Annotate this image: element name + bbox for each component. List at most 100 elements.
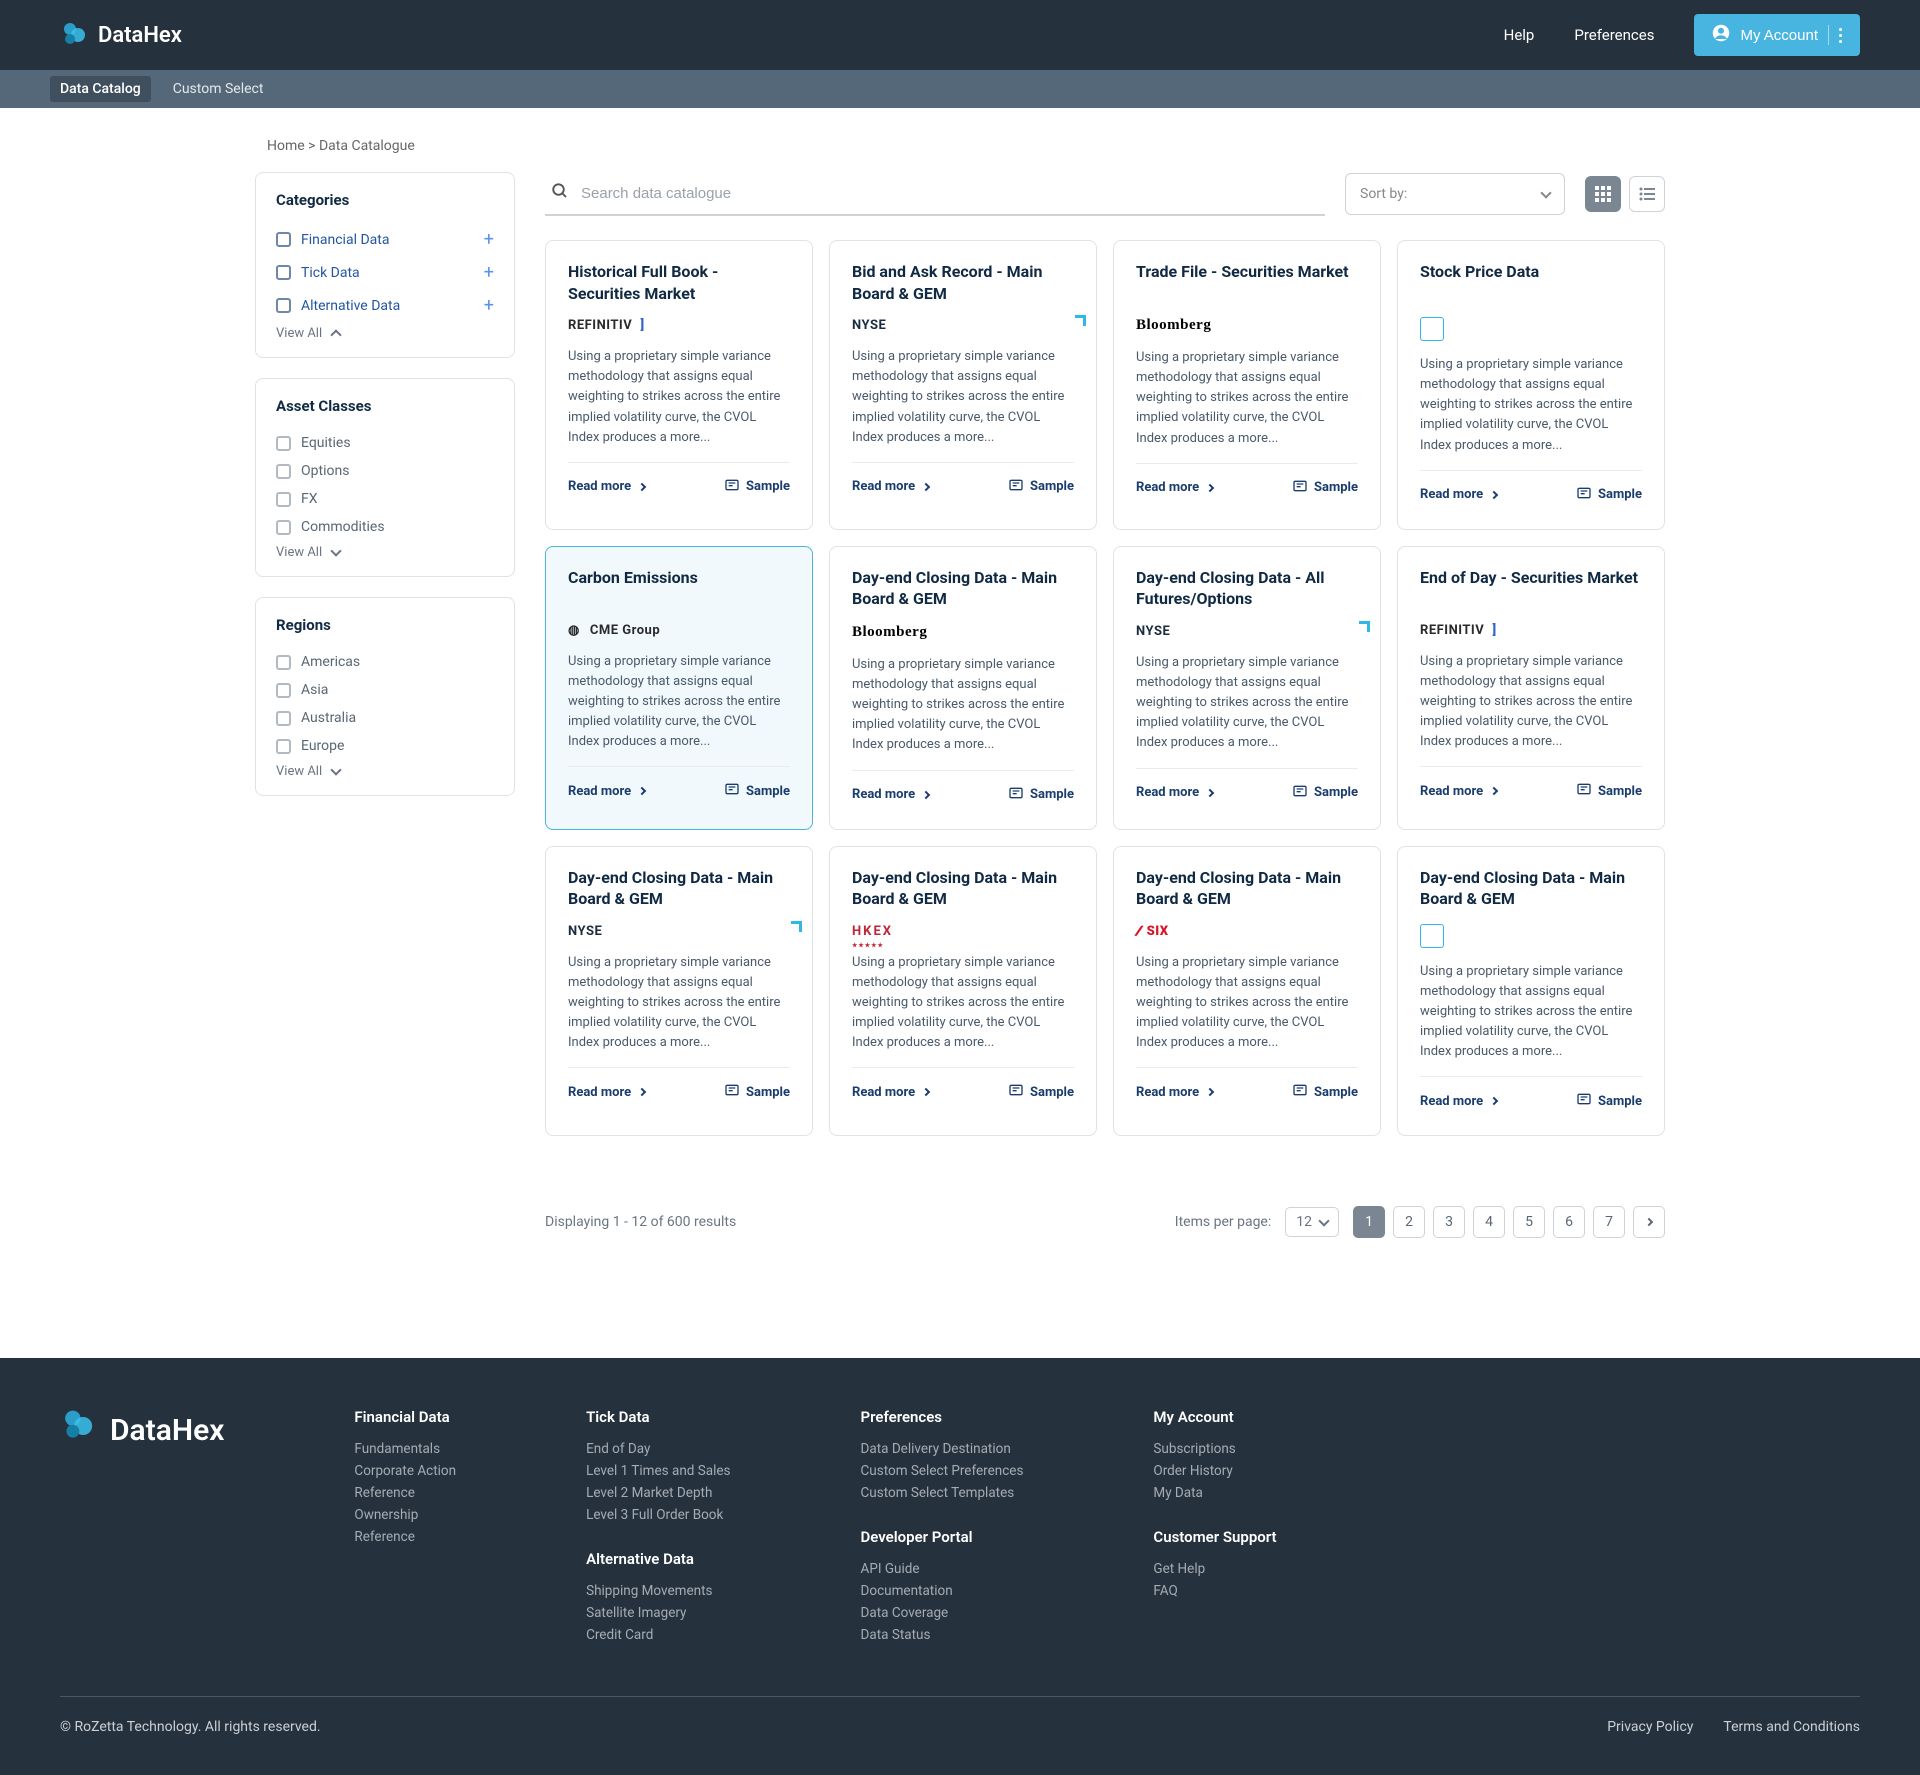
dataset-card[interactable]: Day-end Closing Data - Main Board & GEM …: [1113, 846, 1381, 1137]
sample-link[interactable]: Sample: [1576, 485, 1642, 505]
terms-link[interactable]: Terms and Conditions: [1723, 1719, 1860, 1735]
dataset-card[interactable]: Carbon Emissions CME Group Using a propr…: [545, 546, 813, 830]
sample-link[interactable]: Sample: [1576, 781, 1642, 801]
footer-link[interactable]: Shipping Movements: [586, 1580, 730, 1602]
page-button[interactable]: 6: [1553, 1206, 1585, 1238]
my-account-button[interactable]: My Account: [1694, 14, 1860, 56]
footer-link[interactable]: Data Delivery Destination: [861, 1438, 1024, 1460]
region-item[interactable]: Americas: [276, 648, 494, 676]
page-button[interactable]: 5: [1513, 1206, 1545, 1238]
read-more-link[interactable]: Read more: [1136, 785, 1213, 800]
read-more-link[interactable]: Read more: [852, 1085, 929, 1100]
read-more-link[interactable]: Read more: [1136, 480, 1213, 495]
region-item[interactable]: Europe: [276, 732, 494, 760]
read-more-link[interactable]: Read more: [852, 787, 929, 802]
category-item[interactable]: Alternative Data+: [276, 289, 494, 322]
dataset-card[interactable]: Day-end Closing Data - Main Board & GEM …: [545, 846, 813, 1137]
tab-data-catalog[interactable]: Data Catalog: [50, 76, 151, 102]
dataset-card[interactable]: Day-end Closing Data - Main Board & GEM …: [829, 846, 1097, 1137]
read-more-link[interactable]: Read more: [1420, 784, 1497, 799]
next-page-button[interactable]: [1633, 1206, 1665, 1238]
sample-link[interactable]: Sample: [1008, 477, 1074, 497]
chevron-right-icon: [922, 1088, 930, 1096]
sample-link[interactable]: Sample: [724, 1082, 790, 1102]
footer-link[interactable]: Level 3 Full Order Book: [586, 1504, 730, 1526]
per-page-select[interactable]: 12: [1285, 1207, 1339, 1237]
dataset-card[interactable]: End of Day - Securities Market REFINITIV…: [1397, 546, 1665, 830]
page-button[interactable]: 3: [1433, 1206, 1465, 1238]
tab-custom-select[interactable]: Custom Select: [163, 76, 274, 102]
footer-link[interactable]: Data Coverage: [861, 1602, 1024, 1624]
category-item[interactable]: Tick Data+: [276, 256, 494, 289]
read-more-link[interactable]: Read more: [852, 479, 929, 494]
read-more-link[interactable]: Read more: [1136, 1085, 1213, 1100]
footer-logo[interactable]: DataHex: [60, 1408, 224, 1452]
sort-select[interactable]: Sort by:: [1345, 173, 1565, 215]
page-button[interactable]: 1: [1353, 1206, 1385, 1238]
footer-link[interactable]: Documentation: [861, 1580, 1024, 1602]
footer-link[interactable]: Level 1 Times and Sales: [586, 1460, 730, 1482]
page-button[interactable]: 4: [1473, 1206, 1505, 1238]
footer-link[interactable]: API Guide: [861, 1558, 1024, 1580]
footer-link[interactable]: Credit Card: [586, 1624, 730, 1646]
read-more-link[interactable]: Read more: [1420, 1094, 1497, 1109]
footer-link[interactable]: Reference: [354, 1526, 456, 1548]
footer-link[interactable]: Subscriptions: [1153, 1438, 1276, 1460]
sample-link[interactable]: Sample: [1292, 1082, 1358, 1102]
asset-class-item[interactable]: Commodities: [276, 513, 494, 541]
read-more-link[interactable]: Read more: [1420, 487, 1497, 502]
dataset-card[interactable]: Day-end Closing Data - All Futures/Optio…: [1113, 546, 1381, 830]
breadcrumb-home[interactable]: Home: [267, 138, 305, 154]
region-item[interactable]: Australia: [276, 704, 494, 732]
list-view-button[interactable]: [1629, 176, 1665, 212]
region-item[interactable]: Asia: [276, 676, 494, 704]
sample-link[interactable]: Sample: [1008, 785, 1074, 805]
search-input[interactable]: [579, 184, 1319, 203]
nav-preferences[interactable]: Preferences: [1574, 26, 1654, 44]
sample-link[interactable]: Sample: [1576, 1091, 1642, 1111]
card-title: Historical Full Book - Securities Market: [568, 261, 790, 304]
footer-link[interactable]: Data Status: [861, 1624, 1024, 1646]
read-more-link[interactable]: Read more: [568, 784, 645, 799]
read-more-link[interactable]: Read more: [568, 479, 645, 494]
sample-link[interactable]: Sample: [724, 477, 790, 497]
footer-link[interactable]: My Data: [1153, 1482, 1276, 1504]
page-button[interactable]: 2: [1393, 1206, 1425, 1238]
footer-link[interactable]: Custom Select Preferences: [861, 1460, 1024, 1482]
grid-view-button[interactable]: [1585, 176, 1621, 212]
footer-link[interactable]: Order History: [1153, 1460, 1276, 1482]
footer-link[interactable]: Level 2 Market Depth: [586, 1482, 730, 1504]
footer-link[interactable]: Satellite Imagery: [586, 1602, 730, 1624]
search-box[interactable]: [545, 172, 1325, 216]
dataset-card[interactable]: Stock Price Data Using a proprietary sim…: [1397, 240, 1665, 530]
asset-class-item[interactable]: Options: [276, 457, 494, 485]
dataset-card[interactable]: Historical Full Book - Securities Market…: [545, 240, 813, 530]
page-button[interactable]: 7: [1593, 1206, 1625, 1238]
regions-view-all[interactable]: View All: [276, 760, 494, 779]
footer-link[interactable]: Fundamentals: [354, 1438, 456, 1460]
footer-link[interactable]: Ownership: [354, 1504, 456, 1526]
footer-link[interactable]: Custom Select Templates: [861, 1482, 1024, 1504]
privacy-link[interactable]: Privacy Policy: [1607, 1719, 1693, 1735]
asset-class-item[interactable]: FX: [276, 485, 494, 513]
dataset-card[interactable]: Trade File - Securities Market Bloomberg…: [1113, 240, 1381, 530]
categories-view-all[interactable]: View All: [276, 322, 494, 341]
dataset-card[interactable]: Day-end Closing Data - Main Board & GEM …: [1397, 846, 1665, 1137]
footer-link[interactable]: Corporate Action: [354, 1460, 456, 1482]
footer-link[interactable]: End of Day: [586, 1438, 730, 1460]
footer-link[interactable]: Reference: [354, 1482, 456, 1504]
dataset-card[interactable]: Day-end Closing Data - Main Board & GEM …: [829, 546, 1097, 830]
sample-link[interactable]: Sample: [1292, 783, 1358, 803]
sample-link[interactable]: Sample: [724, 781, 790, 801]
nav-help[interactable]: Help: [1504, 26, 1535, 44]
logo[interactable]: DataHex: [60, 21, 182, 49]
read-more-link[interactable]: Read more: [568, 1085, 645, 1100]
footer-link[interactable]: FAQ: [1153, 1580, 1276, 1602]
sample-link[interactable]: Sample: [1292, 478, 1358, 498]
footer-link[interactable]: Get Help: [1153, 1558, 1276, 1580]
sample-link[interactable]: Sample: [1008, 1082, 1074, 1102]
dataset-card[interactable]: Bid and Ask Record - Main Board & GEM NY…: [829, 240, 1097, 530]
category-item[interactable]: Financial Data+: [276, 223, 494, 256]
asset-class-item[interactable]: Equities: [276, 429, 494, 457]
asset-view-all[interactable]: View All: [276, 541, 494, 560]
